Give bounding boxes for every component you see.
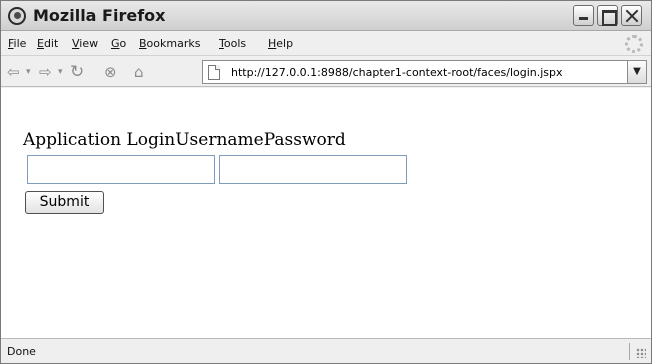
back-arrow-icon[interactable]: ⇦ (7, 63, 20, 81)
password-input[interactable] (219, 155, 407, 184)
address-dropdown-button[interactable]: ▼ (627, 61, 646, 83)
browser-window: Mozilla Firefox File Edit View Go Bookma… (0, 0, 652, 364)
menu-bar: File Edit View Go Bookmarks Tools Help (1, 32, 651, 56)
menu-go[interactable]: Go (111, 37, 126, 50)
navigation-toolbar: ⇦ ▾ ⇨ ▾ ↻ ⊗ ⌂ http://127.0.0.1:8988/chap… (1, 57, 651, 87)
page-content: Application LoginUsernamePassword Submit (1, 88, 651, 338)
address-bar[interactable]: http://127.0.0.1:8988/chapter1-context-r… (202, 60, 647, 84)
page-icon (208, 65, 220, 80)
stop-icon[interactable]: ⊗ (104, 63, 117, 81)
close-button[interactable] (621, 5, 642, 26)
menu-help[interactable]: Help (268, 37, 293, 50)
maximize-button[interactable] (597, 5, 618, 26)
page-heading: Application LoginUsernamePassword (23, 130, 346, 150)
url-text[interactable]: http://127.0.0.1:8988/chapter1-context-r… (231, 66, 563, 79)
status-bar: Done (1, 338, 651, 363)
window-title: Mozilla Firefox (33, 6, 166, 25)
menu-tools[interactable]: Tools (219, 37, 246, 50)
menu-edit[interactable]: Edit (37, 37, 58, 50)
menu-bookmarks[interactable]: Bookmarks (139, 37, 200, 50)
menu-file[interactable]: File (8, 37, 26, 50)
firefox-logo-icon (8, 7, 26, 25)
menu-view[interactable]: View (72, 37, 98, 50)
title-bar[interactable]: Mozilla Firefox (1, 1, 651, 31)
back-history-dropdown-icon[interactable]: ▾ (26, 63, 31, 81)
forward-history-dropdown-icon[interactable]: ▾ (58, 63, 63, 81)
reload-icon[interactable]: ↻ (70, 63, 84, 81)
throbber-icon (625, 35, 643, 53)
minimize-button[interactable] (573, 5, 594, 26)
resize-grip-icon[interactable] (636, 348, 646, 358)
submit-button[interactable]: Submit (25, 191, 104, 214)
status-divider (629, 343, 630, 360)
username-input[interactable] (27, 155, 215, 184)
home-icon[interactable]: ⌂ (134, 63, 144, 81)
forward-arrow-icon[interactable]: ⇨ (39, 63, 52, 81)
status-text: Done (7, 345, 36, 358)
